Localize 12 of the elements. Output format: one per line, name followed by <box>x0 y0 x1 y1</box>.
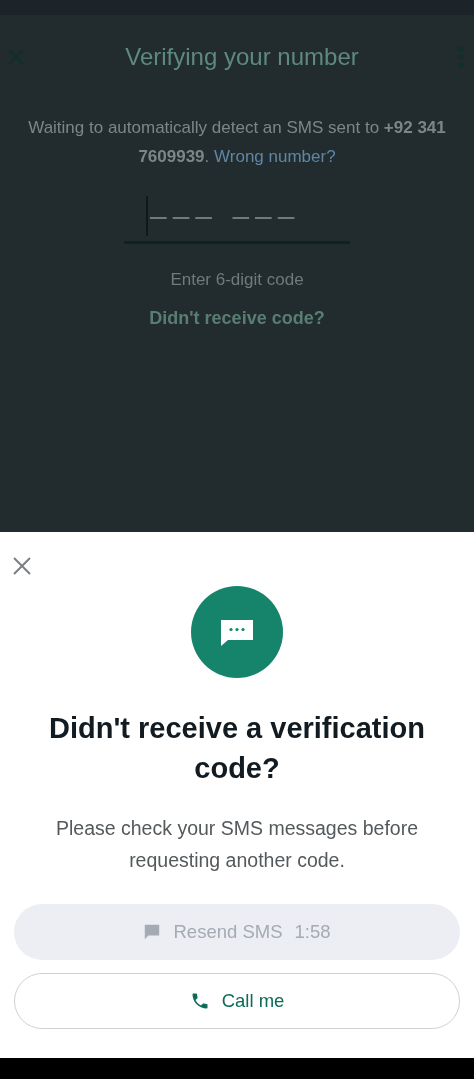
didnt-receive-link[interactable]: Didn't receive code? <box>149 308 325 329</box>
sheet-title: Didn't receive a verification code? <box>48 711 426 786</box>
call-me-button[interactable]: Call me <box>14 973 460 1029</box>
screen-title: Verifying your number <box>124 43 360 71</box>
code-field[interactable]: ––– ––– <box>124 191 350 244</box>
close-icon[interactable] <box>12 556 32 576</box>
wrong-number-link[interactable]: Wrong number? <box>214 147 336 166</box>
message-icon <box>191 586 283 678</box>
sheet-description: Please check your SMS messages before requesting another code. <box>55 816 419 873</box>
code-hint: Enter 6-digit code <box>170 270 304 290</box>
waiting-message: Waiting to automatically detect an SMS sent to +92 341 7609939. Wrong number? <box>27 117 447 168</box>
message-icon <box>143 923 162 941</box>
